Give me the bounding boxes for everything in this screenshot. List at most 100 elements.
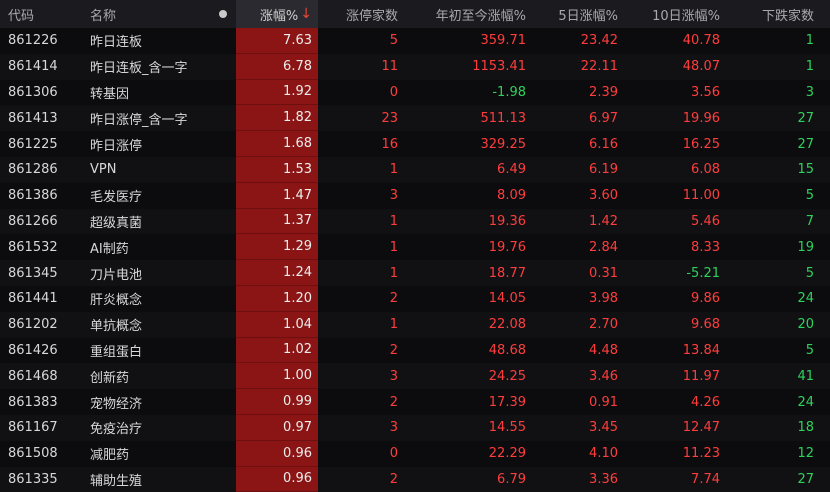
table-row[interactable]: 861441 肝炎概念 1.20 2 14.05 3.98 9.86 24 xyxy=(0,285,830,312)
cell-10d: 9.68 xyxy=(691,317,720,333)
cell-dot xyxy=(210,415,236,441)
cell-limit-up: 3 xyxy=(389,188,398,204)
cell-ytd: 14.55 xyxy=(488,420,526,436)
cell-5d: 23.42 xyxy=(580,33,618,49)
cell-change-pct: 0.96 xyxy=(236,440,318,467)
cell-dot xyxy=(210,363,236,389)
table-row[interactable]: 861532 AI制药 1.29 1 19.76 2.84 8.33 19 xyxy=(0,234,830,261)
cell-ytd: 17.39 xyxy=(488,394,526,410)
table-row[interactable]: 861167 免疫治疗 0.97 3 14.55 3.45 12.47 18 xyxy=(0,414,830,441)
cell-name: 免疫治疗 xyxy=(90,422,143,438)
table-row[interactable]: 861306 转基因 1.92 0 -1.98 2.39 3.56 3 xyxy=(0,79,830,106)
table-row[interactable]: 861508 减肥药 0.96 0 22.29 4.10 11.23 12 xyxy=(0,440,830,467)
cell-name: 刀片电池 xyxy=(90,267,143,283)
table-row[interactable]: 861345 刀片电池 1.24 1 18.77 0.31 -5.21 5 xyxy=(0,260,830,286)
cell-limit-up: 0 xyxy=(389,84,398,100)
cell-5d: 3.45 xyxy=(589,420,618,436)
cell-ytd: 24.25 xyxy=(488,368,526,384)
cell-ytd: 19.36 xyxy=(488,213,526,229)
cell-10d: 11.97 xyxy=(682,368,720,384)
cell-decline: 18 xyxy=(797,420,814,436)
cell-dot xyxy=(210,234,236,260)
cell-limit-up: 1 xyxy=(389,265,398,281)
col-header-limit-up-label: 涨停家数 xyxy=(345,8,398,24)
cell-change-pct: 1.29 xyxy=(236,234,318,261)
table-row[interactable]: 861266 超级真菌 1.37 1 19.36 1.42 5.46 7 xyxy=(0,208,830,235)
cell-ytd: 511.13 xyxy=(480,110,527,126)
cell-name: 昨日涨停 xyxy=(90,138,143,154)
cell-code: 861306 xyxy=(8,84,58,100)
cell-limit-up: 2 xyxy=(389,471,398,487)
col-header-name[interactable]: 名称 xyxy=(80,0,210,28)
cell-code: 861426 xyxy=(8,342,58,358)
sort-descending-icon: ↓ xyxy=(300,6,312,22)
table-row[interactable]: 861414 昨日连板_含一字 6.78 11 1153.41 22.11 48.07 1 xyxy=(0,53,830,80)
column-settings-dot[interactable] xyxy=(210,0,236,28)
cell-decline: 3 xyxy=(805,84,814,100)
cell-dot xyxy=(210,157,236,183)
cell-decline: 1 xyxy=(805,59,814,75)
cell-change-pct: 7.63 xyxy=(236,28,318,54)
cell-dot xyxy=(210,209,236,235)
col-header-ytd[interactable]: 年初至今涨幅% xyxy=(404,0,532,28)
col-header-5d[interactable]: 5日涨幅% xyxy=(532,0,624,28)
cell-dot xyxy=(210,312,236,338)
cell-code: 861414 xyxy=(8,59,58,75)
cell-name: 辅助生殖 xyxy=(90,473,143,489)
col-header-decline[interactable]: 下跌家数 xyxy=(726,0,830,28)
col-header-limit-up[interactable]: 涨停家数 xyxy=(318,0,404,28)
cell-5d: 3.60 xyxy=(589,188,618,204)
table-row[interactable]: 861286 VPN 1.53 1 6.49 6.19 6.08 15 xyxy=(0,156,830,183)
cell-name: VPN xyxy=(90,162,117,178)
table-row[interactable]: 861426 重组蛋白 1.02 2 48.68 4.48 13.84 5 xyxy=(0,337,830,364)
cell-10d: 19.96 xyxy=(682,110,720,126)
cell-dot xyxy=(210,286,236,312)
cell-10d: 11.00 xyxy=(682,188,720,204)
table-row[interactable]: 861335 辅助生殖 0.96 2 6.79 3.36 7.74 27 xyxy=(0,466,830,492)
table-row[interactable]: 861202 单抗概念 1.04 1 22.08 2.70 9.68 20 xyxy=(0,311,830,338)
col-header-code[interactable]: 代码 xyxy=(0,0,80,28)
table-row[interactable]: 861386 毛发医疗 1.47 3 8.09 3.60 11.00 5 xyxy=(0,182,830,209)
cell-ytd: 22.08 xyxy=(488,317,526,333)
cell-dot xyxy=(210,183,236,209)
cell-ytd: 329.25 xyxy=(480,136,527,152)
cell-limit-up: 1 xyxy=(389,213,398,229)
cell-code: 861202 xyxy=(8,317,58,333)
cell-10d: 13.84 xyxy=(682,342,720,358)
cell-name: 创新药 xyxy=(90,370,130,386)
table-row[interactable]: 861226 昨日连板 7.63 5 359.71 23.42 40.78 1 xyxy=(0,28,830,54)
cell-ytd: 359.71 xyxy=(480,33,527,49)
cell-5d: 22.11 xyxy=(580,59,618,75)
cell-dot xyxy=(210,441,236,467)
cell-change-pct: 1.47 xyxy=(236,182,318,209)
col-header-decline-label: 下跌家数 xyxy=(761,8,814,24)
table-row[interactable]: 861383 宠物经济 0.99 2 17.39 0.91 4.26 24 xyxy=(0,389,830,415)
cell-dot xyxy=(210,54,236,80)
cell-10d: 3.56 xyxy=(691,84,720,100)
cell-code: 861383 xyxy=(8,394,58,410)
cell-10d: -5.21 xyxy=(686,265,720,281)
col-header-10d[interactable]: 10日涨幅% xyxy=(624,0,726,28)
cell-decline: 41 xyxy=(797,368,814,384)
cell-decline: 27 xyxy=(797,136,814,152)
cell-code: 861441 xyxy=(8,291,58,307)
cell-ytd: 6.79 xyxy=(497,471,526,487)
table-row[interactable]: 861225 昨日涨停 1.68 16 329.25 6.16 16.25 27 xyxy=(0,131,830,157)
cell-code: 861266 xyxy=(8,213,58,229)
cell-dot xyxy=(210,467,236,492)
table-row[interactable]: 861468 创新药 1.00 3 24.25 3.46 11.97 41 xyxy=(0,363,830,390)
cell-change-pct: 6.78 xyxy=(236,53,318,80)
cell-name: 重组蛋白 xyxy=(90,344,143,360)
cell-limit-up: 23 xyxy=(381,110,398,126)
cell-ytd: 1153.41 xyxy=(472,59,526,75)
cell-5d: 4.10 xyxy=(589,446,618,462)
cell-code: 861468 xyxy=(8,368,58,384)
col-header-code-label: 代码 xyxy=(8,8,35,24)
col-header-change-pct[interactable]: 涨幅% ↓ xyxy=(236,0,318,28)
cell-5d: 2.70 xyxy=(589,317,618,333)
cell-name: 单抗概念 xyxy=(90,319,143,335)
col-header-name-label: 名称 xyxy=(90,8,117,24)
cell-10d: 5.46 xyxy=(691,213,720,229)
cell-limit-up: 5 xyxy=(389,33,398,49)
table-row[interactable]: 861413 昨日涨停_含一字 1.82 23 511.13 6.97 19.96 27 xyxy=(0,105,830,132)
